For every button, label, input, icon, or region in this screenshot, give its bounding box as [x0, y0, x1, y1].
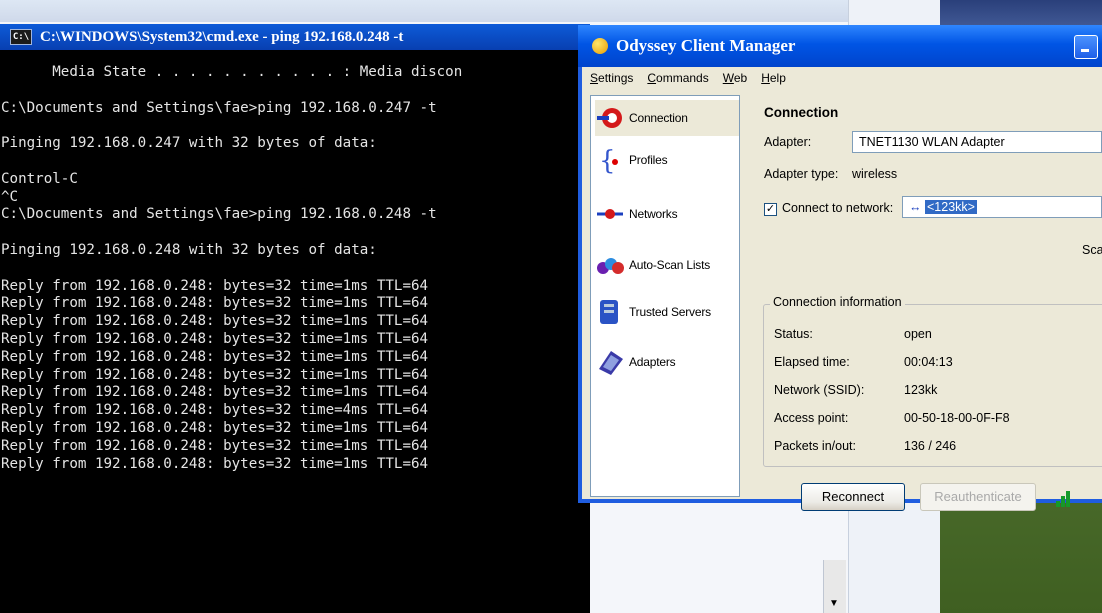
- network-select[interactable]: ↔ <123kk>: [902, 196, 1102, 218]
- odyssey-titlebar[interactable]: Odyssey Client Manager: [578, 25, 1102, 67]
- adapter-select[interactable]: TNET1130 WLAN Adapter: [852, 131, 1102, 153]
- signal-strength-icon: [1056, 489, 1074, 507]
- reauthenticate-button[interactable]: Reauthenticate: [920, 483, 1036, 511]
- connect-label: Connect to network:: [782, 201, 894, 215]
- console-line: Reply from 192.168.0.248: bytes=32 time=…: [1, 313, 429, 330]
- elapsed-label: Elapsed time:: [774, 355, 850, 369]
- reconnect-button[interactable]: Reconnect: [801, 483, 905, 511]
- nav-item-profiles[interactable]: { Profiles: [595, 142, 739, 178]
- cmd-icon: C:\: [10, 29, 32, 45]
- elapsed-value: 00:04:13: [904, 355, 953, 369]
- menu-help[interactable]: Help: [761, 71, 786, 85]
- adapters-icon: [595, 347, 625, 377]
- console-line: Reply from 192.168.0.248: bytes=32 time=…: [1, 295, 429, 312]
- cmd-title-text: C:\WINDOWS\System32\cmd.exe - ping 192.1…: [40, 28, 404, 45]
- console-line: Reply from 192.168.0.248: bytes=32 time=…: [1, 348, 429, 365]
- nav-item-networks[interactable]: Networks: [595, 196, 739, 232]
- console-line: Reply from 192.168.0.248: bytes=32 time=…: [1, 330, 429, 347]
- adapter-type-label: Adapter type:: [764, 167, 839, 181]
- console-line: Reply from 192.168.0.248: bytes=32 time=…: [1, 384, 429, 401]
- background-scrollbar[interactable]: ▼: [823, 560, 846, 613]
- networks-icon: [595, 199, 625, 229]
- console-line: Pinging 192.168.0.247 with 32 bytes of d…: [1, 135, 377, 152]
- connection-icon: [595, 103, 625, 133]
- menu-bar: Settings Commands Web Help: [590, 71, 786, 85]
- odyssey-window[interactable]: Odyssey Client Manager Settings Commands…: [578, 25, 1102, 511]
- nav-label-profiles: Profiles: [629, 153, 668, 167]
- console-line: Pinging 192.168.0.248 with 32 bytes of d…: [1, 241, 377, 258]
- panel-heading: Connection: [764, 105, 839, 120]
- console-line: C:\Documents and Settings\fae>ping 192.1…: [1, 206, 437, 223]
- menu-settings[interactable]: Settings: [590, 71, 633, 85]
- console-line: ^C: [1, 188, 19, 205]
- nav-label-adapters: Adapters: [629, 355, 676, 369]
- nav-list: Connection { Profiles Networks Auto-Scan…: [590, 95, 740, 497]
- nav-label-networks: Networks: [629, 207, 678, 221]
- scroll-down-icon[interactable]: ▼: [829, 598, 839, 609]
- ssid-value: 123kk: [904, 383, 938, 397]
- minimize-button[interactable]: [1074, 35, 1098, 59]
- nav-label-auto-scan: Auto-Scan Lists: [629, 258, 711, 272]
- scan-button[interactable]: Sca: [1082, 243, 1102, 257]
- access-point-value: 00-50-18-00-0F-F8: [904, 411, 1010, 425]
- console-line: Reply from 192.168.0.248: bytes=32 time=…: [1, 277, 429, 294]
- profiles-icon: {: [595, 145, 625, 176]
- trusted-servers-icon: [595, 297, 625, 327]
- nav-item-trusted-servers[interactable]: Trusted Servers: [595, 294, 739, 330]
- console-line: Reply from 192.168.0.248: bytes=32 time=…: [1, 437, 429, 454]
- nav-item-auto-scan[interactable]: Auto-Scan Lists: [595, 247, 739, 283]
- adapter-label: Adapter:: [764, 135, 812, 149]
- status-value: open: [904, 327, 932, 341]
- console-line: Reply from 192.168.0.248: bytes=32 time=…: [1, 419, 429, 436]
- console-line: Control-C: [1, 170, 78, 187]
- odyssey-title-text: Odyssey Client Manager: [616, 36, 796, 55]
- ssid-label: Network (SSID):: [774, 383, 865, 397]
- console-line: Reply from 192.168.0.248: bytes=32 time=…: [1, 402, 429, 419]
- nav-item-connection[interactable]: Connection: [595, 100, 739, 136]
- console-line: Reply from 192.168.0.248: bytes=32 time=…: [1, 366, 429, 383]
- auto-scan-icon: [595, 250, 625, 280]
- odyssey-app-icon: [592, 38, 608, 54]
- packets-value: 136 / 246: [904, 439, 957, 453]
- cmd-titlebar[interactable]: C:\ C:\WINDOWS\System32\cmd.exe - ping 1…: [0, 24, 590, 50]
- access-point-label: Access point:: [774, 411, 849, 425]
- network-icon: ↔: [909, 200, 922, 214]
- nav-item-adapters[interactable]: Adapters: [595, 344, 739, 380]
- adapter-type-value: wireless: [852, 167, 898, 181]
- menu-web[interactable]: Web: [723, 71, 747, 85]
- connection-info-title: Connection information: [770, 295, 905, 309]
- status-label: Status:: [774, 327, 813, 341]
- nav-label-connection: Connection: [629, 111, 688, 125]
- menu-commands[interactable]: Commands: [647, 71, 708, 85]
- console-output[interactable]: Media State . . . . . . . . . . . : Medi…: [0, 50, 590, 473]
- console-line: C:\Documents and Settings\fae>ping 192.1…: [1, 99, 437, 116]
- connect-checkbox[interactable]: ✓: [764, 203, 777, 216]
- connection-panel: Connection Adapter: TNET1130 WLAN Adapte…: [752, 95, 1102, 511]
- cmd-window[interactable]: C:\ C:\WINDOWS\System32\cmd.exe - ping 1…: [0, 24, 590, 613]
- console-line: Media State . . . . . . . . . . . : Medi…: [52, 64, 463, 80]
- packets-label: Packets in/out:: [774, 439, 856, 453]
- console-line: Reply from 192.168.0.248: bytes=32 time=…: [1, 455, 429, 472]
- nav-label-trusted-servers: Trusted Servers: [629, 305, 711, 319]
- network-value: <123kk>: [924, 200, 977, 214]
